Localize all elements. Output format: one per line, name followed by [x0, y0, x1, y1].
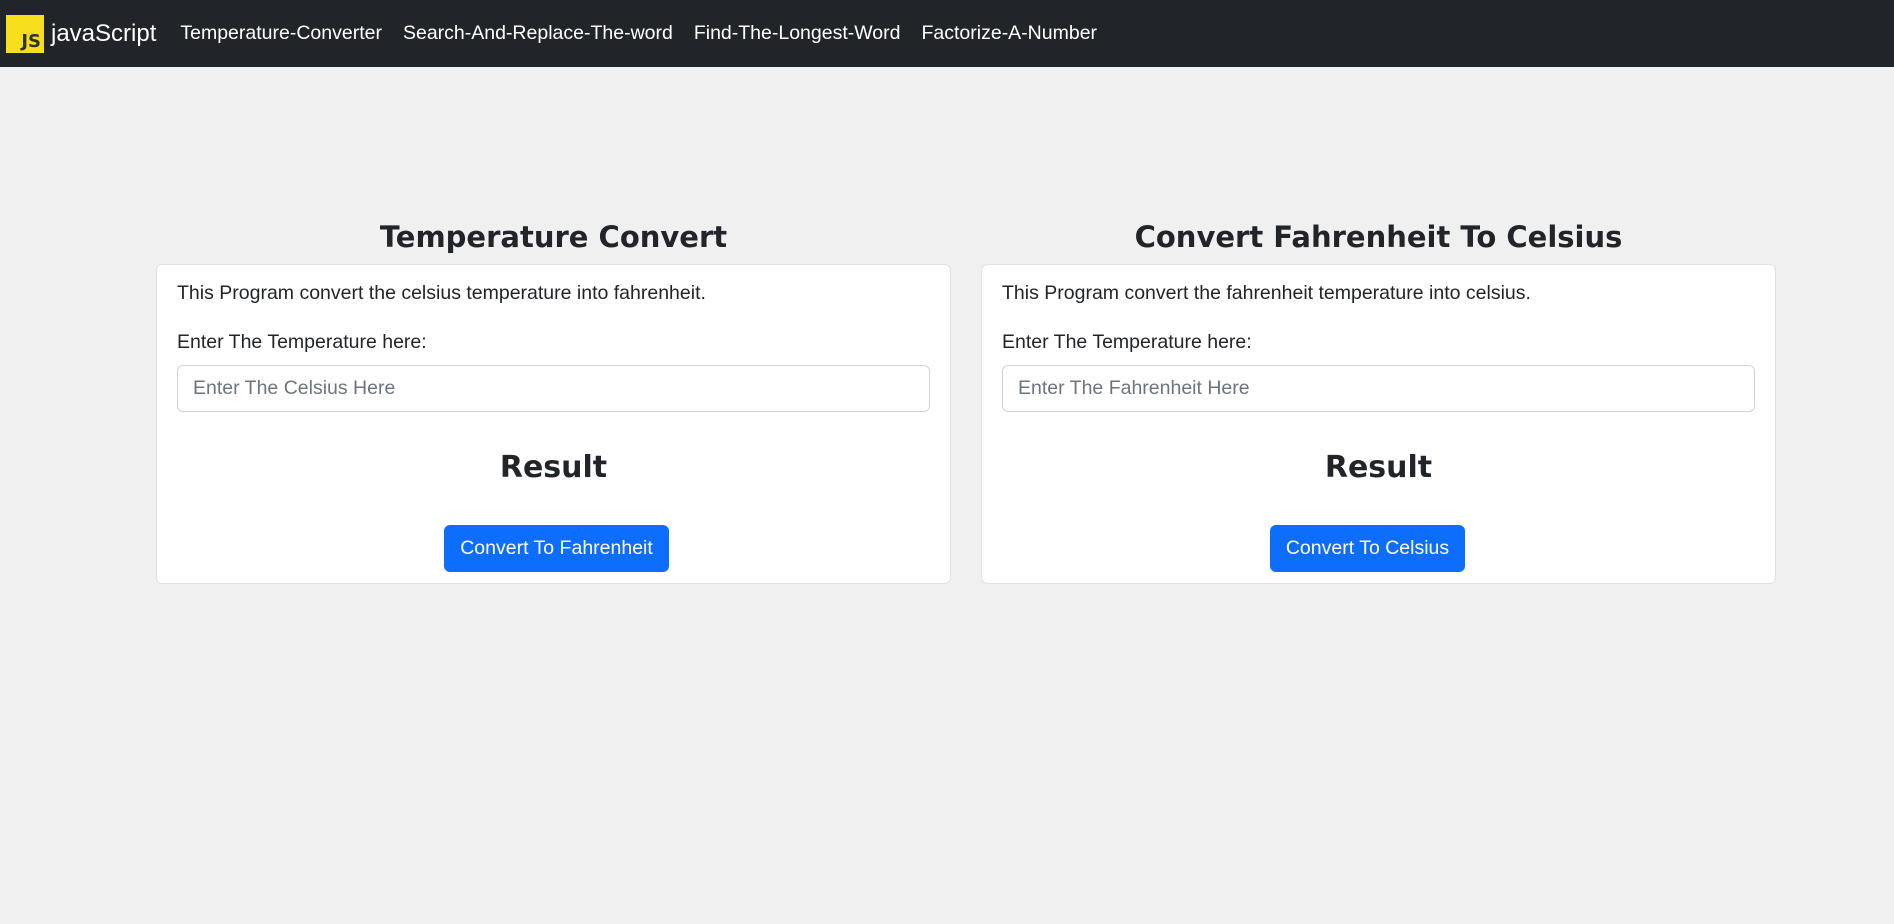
javascript-logo-icon: JS [6, 14, 44, 53]
convert-to-celsius-button[interactable]: Convert To Celsius [1269, 525, 1466, 572]
logo-text: JS [21, 30, 41, 52]
celsius-to-fahrenheit-section: Temperature Convert This Program convert… [156, 215, 951, 584]
fahrenheit-input[interactable] [1002, 365, 1755, 412]
brand-title: javaScript [51, 19, 157, 47]
converter-card: This Program convert the fahrenheit temp… [981, 264, 1776, 584]
navbar: JS javaScript Temperature-Converter Sear… [0, 0, 1894, 67]
convert-to-fahrenheit-button[interactable]: Convert To Fahrenheit [444, 525, 669, 572]
section-title: Temperature Convert [379, 220, 728, 254]
temperature-label: Enter The Temperature here: [177, 331, 427, 353]
section-title: Convert Fahrenheit To Celsius [1134, 220, 1623, 254]
celsius-input[interactable] [177, 365, 930, 412]
fahrenheit-to-celsius-section: Convert Fahrenheit To Celsius This Progr… [981, 215, 1776, 584]
result-heading: Result [499, 450, 608, 485]
nav-link-find-longest-word[interactable]: Find-The-Longest-Word [694, 22, 901, 45]
nav-link-factorize-number[interactable]: Factorize-A-Number [922, 22, 1098, 45]
converter-card: This Program convert the celsius tempera… [156, 264, 951, 584]
button-row: Convert To Celsius [1002, 525, 1755, 572]
result-heading: Result [1324, 450, 1433, 485]
button-row: Convert To Fahrenheit [177, 525, 930, 572]
temperature-label: Enter The Temperature here: [1002, 331, 1252, 353]
nav-link-search-and-replace[interactable]: Search-And-Replace-The-word [403, 22, 673, 45]
brand-link[interactable]: JS javaScript [6, 14, 157, 53]
description: This Program convert the fahrenheit temp… [1002, 282, 1531, 304]
nav-links: Temperature-Converter Search-And-Replace… [180, 22, 1118, 45]
description: This Program convert the celsius tempera… [177, 282, 706, 304]
nav-link-temperature-converter[interactable]: Temperature-Converter [180, 22, 382, 45]
